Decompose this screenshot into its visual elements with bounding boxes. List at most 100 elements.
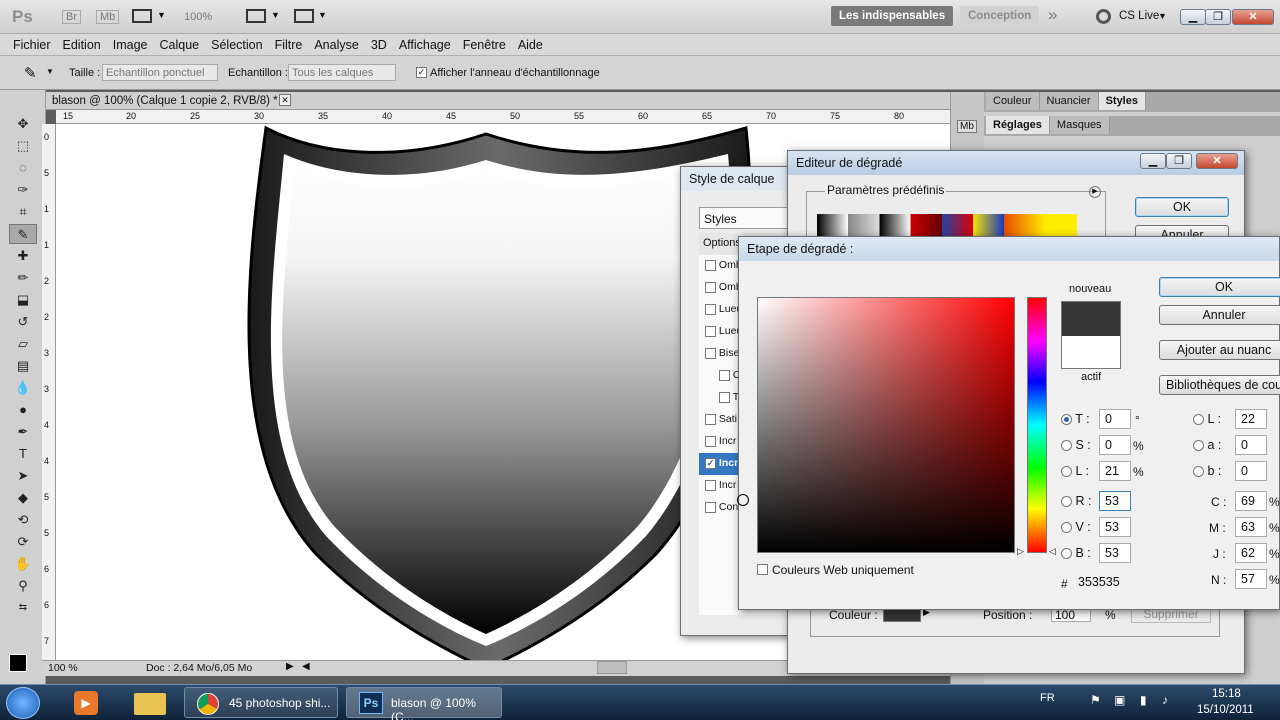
healing-tool-icon[interactable]: ✚ — [9, 246, 37, 266]
document-tab-title[interactable]: blason @ 100% (Calque 1 copie 2, RVB/8) … — [52, 95, 278, 107]
web-colors-checkbox[interactable] — [757, 564, 768, 575]
network-icon[interactable]: ▮ — [1140, 693, 1147, 707]
menu-3d[interactable]: 3D — [365, 35, 393, 55]
workspace-essentials-button[interactable]: Les indispensables — [831, 6, 954, 26]
lab-b-input[interactable]: 0 — [1235, 461, 1267, 481]
3d-orbit-tool-icon[interactable]: ⟳ — [9, 532, 37, 552]
horizontal-scrollbar-thumb[interactable] — [597, 661, 627, 674]
clock-date[interactable]: 15/10/2011 — [1197, 704, 1254, 716]
menu-image[interactable]: Image — [107, 35, 154, 55]
tab-styles[interactable]: Styles — [1098, 92, 1146, 110]
foreground-color-swatch[interactable] — [9, 654, 27, 672]
status-zoom[interactable]: 100 % — [48, 662, 78, 674]
zoom-level[interactable]: 100% — [184, 11, 212, 23]
brightness-input[interactable]: 21 — [1099, 461, 1131, 481]
3d-rotate-tool-icon[interactable]: ⟲ — [9, 510, 37, 530]
menu-filtre[interactable]: Filtre — [269, 35, 309, 55]
pen-tool-icon[interactable]: ✒ — [9, 422, 37, 442]
sample-select[interactable]: Tous les calques — [288, 64, 396, 81]
quick-select-tool-icon[interactable]: ✑ — [9, 180, 37, 200]
stamp-tool-icon[interactable]: ⬓ — [9, 290, 37, 310]
swap-colors-icon[interactable]: ⇆ — [9, 598, 37, 618]
color-field[interactable] — [757, 297, 1015, 553]
chevron-down-icon[interactable]: ▼ — [271, 10, 280, 20]
device-icon[interactable]: ▣ — [1114, 693, 1125, 707]
lab-b-radio[interactable] — [1193, 466, 1204, 478]
close-button[interactable]: ✕ — [1232, 9, 1274, 25]
chevron-down-icon[interactable]: ▼ — [318, 10, 327, 20]
hue-radio[interactable] — [1061, 414, 1072, 426]
lab-l-radio[interactable] — [1193, 414, 1204, 426]
green-radio[interactable] — [1061, 522, 1072, 534]
blue-radio[interactable] — [1061, 548, 1072, 560]
picker-ok-button[interactable]: OK — [1159, 277, 1280, 297]
lab-l-input[interactable]: 22 — [1235, 409, 1267, 429]
gradient-tool-icon[interactable]: ▤ — [9, 356, 37, 376]
menu-edition[interactable]: Edition — [57, 35, 107, 55]
flag-icon[interactable]: ⚑ — [1090, 693, 1101, 707]
history-brush-icon[interactable]: ↺ — [9, 312, 37, 332]
restore-button[interactable]: ❐ — [1166, 153, 1192, 169]
dodge-tool-icon[interactable]: ● — [9, 400, 37, 420]
chevron-down-icon[interactable]: ▼ — [1158, 11, 1167, 21]
hue-slider-left-arrow-icon[interactable]: ▷ — [1017, 546, 1024, 557]
styles-header[interactable]: Styles — [699, 207, 789, 229]
show-ring-checkbox[interactable]: ✓ — [416, 67, 427, 78]
hue-slider-right-arrow-icon[interactable]: ◁ — [1049, 546, 1056, 557]
magenta-input[interactable]: 63 — [1235, 517, 1267, 537]
color-libraries-button[interactable]: Bibliothèques de cou — [1159, 375, 1280, 395]
clock-time[interactable]: 15:18 — [1212, 688, 1241, 700]
minimize-button[interactable]: ▁ — [1180, 9, 1206, 25]
menu-fichier[interactable]: Fichier — [7, 35, 57, 55]
chrome-task[interactable]: 45 photoshop shi... — [184, 687, 338, 718]
current-color-swatch[interactable] — [1062, 336, 1120, 368]
tab-reglages[interactable]: Réglages — [986, 116, 1050, 134]
hue-input[interactable]: 0 — [1099, 409, 1131, 429]
lasso-tool-icon[interactable]: ◌ — [9, 158, 37, 178]
photoshop-task[interactable]: Ps blason @ 100% (C... — [346, 687, 502, 720]
red-input[interactable]: 53 — [1099, 491, 1131, 511]
lab-a-radio[interactable] — [1193, 440, 1204, 452]
presets-menu-icon[interactable]: ▶ — [1089, 186, 1101, 198]
picker-cancel-button[interactable]: Annuler — [1159, 305, 1280, 325]
blur-tool-icon[interactable]: 💧 — [9, 378, 37, 398]
brightness-radio[interactable] — [1061, 466, 1072, 478]
chevron-down-icon[interactable]: ▼ — [46, 67, 54, 76]
yellow-input[interactable]: 62 — [1235, 543, 1267, 563]
minimize-button[interactable]: ▁ — [1140, 153, 1166, 169]
gradient-ok-button[interactable]: OK — [1135, 197, 1229, 217]
type-tool-icon[interactable]: T — [9, 444, 37, 464]
status-menu-arrow-icon[interactable]: ▶ — [286, 661, 294, 672]
workspace-overflow-icon[interactable]: » — [1048, 5, 1057, 25]
black-input[interactable]: 57 — [1235, 569, 1267, 589]
chevron-down-icon[interactable]: ▼ — [157, 10, 166, 20]
bridge-button[interactable]: Br — [62, 10, 81, 24]
move-tool-icon[interactable]: ✥ — [9, 114, 37, 134]
size-select[interactable]: Echantillon ponctuel — [102, 64, 218, 81]
preset-swatches[interactable] — [817, 214, 1077, 238]
mini-bridge-button[interactable]: Mb — [96, 10, 120, 24]
menu-selection[interactable]: Sélection — [205, 35, 268, 55]
eraser-tool-icon[interactable]: ▱ — [9, 334, 37, 354]
media-player-icon[interactable]: ▶ — [74, 691, 98, 715]
menu-fenetre[interactable]: Fenêtre — [457, 35, 512, 55]
tab-couleur[interactable]: Couleur — [986, 92, 1040, 110]
eyedropper-icon[interactable]: ✎ — [24, 64, 37, 82]
saturation-input[interactable]: 0 — [1099, 435, 1131, 455]
start-button[interactable] — [6, 687, 40, 719]
zoom-tool-icon[interactable]: ⚲ — [9, 576, 37, 596]
cs-live-menu[interactable]: CS Live — [1119, 10, 1159, 22]
workspace-design-button[interactable]: Conception — [960, 6, 1040, 26]
path-select-tool-icon[interactable]: ➤ — [9, 466, 37, 486]
eyedropper-tool-icon[interactable]: ✎ — [9, 224, 37, 244]
green-input[interactable]: 53 — [1099, 517, 1131, 537]
menu-analyse[interactable]: Analyse — [308, 35, 364, 55]
volume-icon[interactable]: ♪ — [1162, 693, 1168, 707]
hex-input[interactable]: 353535 — [1073, 573, 1129, 593]
mini-bridge-panel-button[interactable]: Mb — [957, 120, 977, 133]
hand-tool-icon[interactable]: ✋ — [9, 554, 37, 574]
crop-tool-icon[interactable]: ⌗ — [9, 202, 37, 222]
view-extras-icon[interactable] — [132, 9, 152, 23]
tab-masques[interactable]: Masques — [1049, 116, 1110, 134]
close-button[interactable]: ✕ — [1196, 153, 1238, 169]
